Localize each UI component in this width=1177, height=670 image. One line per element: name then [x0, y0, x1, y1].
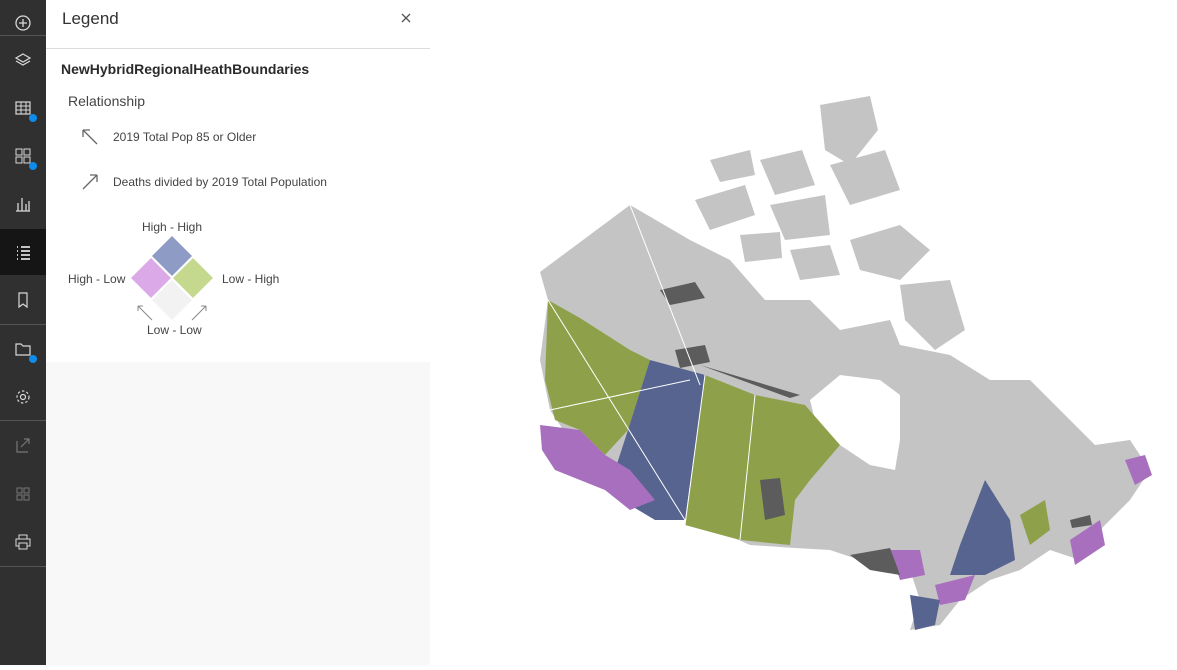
left-toolbar [0, 0, 46, 665]
close-icon[interactable] [398, 10, 414, 26]
notification-dot [29, 355, 37, 363]
layers-button[interactable] [0, 37, 46, 83]
toolbar-divider [0, 420, 46, 421]
folder-button[interactable] [0, 326, 46, 372]
apps-grid-icon [16, 487, 30, 501]
legend-button[interactable] [0, 229, 46, 275]
diamond-label-top: High - High [142, 220, 203, 234]
print-button[interactable] [0, 519, 46, 565]
legend-content: Legend NewHybridRegionalHeathBoundaries … [46, 0, 430, 362]
table-button[interactable] [0, 85, 46, 131]
diamond-label-right: Low - High [222, 272, 280, 286]
notification-dot [29, 114, 37, 122]
chart-icon [16, 198, 30, 212]
bookmark-button[interactable] [0, 277, 46, 323]
apps-button[interactable] [0, 471, 46, 517]
arrow-up-left-icon [82, 129, 98, 145]
relationship-label: Relationship [68, 93, 146, 109]
field-2-label: Deaths divided by 2019 Total Population [113, 175, 327, 189]
arrow-up-right-icon [82, 174, 98, 190]
widgets-button[interactable] [0, 133, 46, 179]
chart-button[interactable] [0, 181, 46, 227]
diamond-label-bottom: Low - Low [147, 323, 202, 337]
toolbar-divider [0, 324, 46, 325]
settings-button[interactable] [0, 374, 46, 420]
canada-map[interactable] [430, 0, 1177, 665]
arrow-up-left-icon [137, 305, 153, 321]
arrow-up-right-icon [191, 305, 207, 321]
share-icon [16, 438, 30, 453]
notification-dot [29, 162, 37, 170]
field-1-label: 2019 Total Pop 85 or Older [113, 130, 257, 144]
legend-panel: Legend NewHybridRegionalHeathBoundaries … [46, 0, 430, 665]
diamond-label-left: High - Low [68, 272, 126, 286]
print-icon [15, 534, 31, 550]
layers-icon [14, 53, 32, 66]
legend-title: Legend [62, 9, 119, 28]
map-view[interactable] [430, 0, 1177, 665]
legend-list-icon [17, 246, 30, 260]
layer-name: NewHybridRegionalHeathBoundaries [61, 61, 310, 77]
bivariate-diamond [131, 236, 213, 321]
share-button[interactable] [0, 422, 46, 468]
field-2-row: Deaths divided by 2019 Total Population [80, 172, 327, 192]
bookmark-icon [18, 292, 28, 309]
gear-icon [16, 390, 30, 404]
toolbar-divider [0, 35, 46, 36]
field-1-row: 2019 Total Pop 85 or Older [80, 127, 256, 147]
toolbar-divider [0, 566, 46, 567]
add-circle-icon [15, 15, 31, 31]
legend-header: Legend [46, 0, 430, 49]
